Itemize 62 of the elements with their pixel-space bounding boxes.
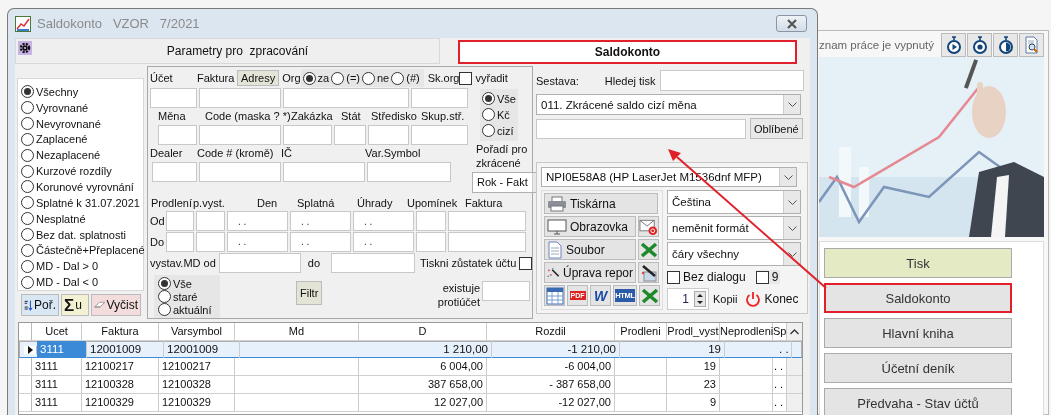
- status-text: znam práce je vypnutý: [819, 39, 935, 51]
- field-label: Splatná: [297, 197, 336, 210]
- table-cell: 12100329: [85, 396, 134, 408]
- table-cell: 1 210,00: [443, 343, 488, 355]
- field-label: Upomínek: [407, 197, 459, 210]
- field-label: Pořadí pro zkrácené: [476, 141, 529, 170]
- table-cell: 19: [703, 360, 716, 372]
- field-label: Hledej tisk: [604, 74, 656, 87]
- table-cell: 12100328: [85, 378, 134, 390]
- table-cell: 12100217: [85, 360, 134, 372]
- field-label: Faktura: [465, 197, 504, 210]
- table-cell: 3111: [40, 343, 64, 355]
- table-cell: . .: [774, 396, 784, 408]
- field-label: Stát: [341, 110, 362, 122]
- table-cell: -12 027,00: [558, 396, 611, 408]
- field-label: Org: [282, 72, 301, 85]
- field-label: do: [307, 257, 321, 269]
- table-cell: . .: [774, 360, 784, 372]
- field-label: Zakázka: [291, 110, 334, 122]
- field-label: Faktura: [197, 72, 236, 85]
- table-cell: 19: [708, 343, 721, 355]
- table-cell: 12100329: [162, 396, 211, 408]
- field-label: Sestava:: [536, 74, 579, 87]
- field-label: Code (maska ? *): [205, 110, 291, 122]
- table-cell: 12 027,00: [434, 396, 483, 408]
- field-label: Středisko: [371, 110, 418, 122]
- table-cell: -6 004,00: [564, 360, 611, 372]
- table-cell: . .: [779, 343, 789, 355]
- table-cell: 12100328: [162, 378, 211, 390]
- field-label: Kopii: [713, 293, 738, 305]
- table-cell: 12001009: [90, 343, 142, 355]
- field-label: Sk.org: [427, 72, 460, 85]
- field-label: vystav.MD od: [150, 257, 216, 269]
- table-cell: 12100217: [162, 360, 211, 372]
- field-label: Var.Symbol: [365, 147, 422, 159]
- field-label: Úhrady: [357, 197, 394, 210]
- field-label: Code # (kromě): [197, 147, 275, 159]
- table-cell: -1 210,00: [567, 343, 616, 355]
- table-cell: - 387 658,00: [549, 378, 611, 390]
- field-label: IČ: [281, 147, 293, 159]
- table-cell: . .: [774, 378, 784, 390]
- table-cell: 23: [703, 378, 716, 390]
- window-title: Saldokonto VZOR 7/2021: [37, 16, 200, 31]
- field-label: Do: [150, 235, 164, 248]
- table-cell: 3111: [35, 360, 58, 372]
- field-label: Skup.stř.: [421, 110, 466, 122]
- field-label: Den: [257, 197, 279, 210]
- table-cell: 6 004,00: [440, 360, 483, 372]
- field-label: Měna: [157, 110, 187, 122]
- table-cell: 9: [709, 396, 716, 408]
- section-title: Parametry pro zpracování: [166, 44, 309, 58]
- table-cell: 3111: [35, 396, 58, 408]
- report-title: Saldokonto: [458, 40, 797, 64]
- field-label: existuje protiúčet: [436, 281, 480, 309]
- table-cell: 3111: [35, 378, 58, 390]
- table-cell: 387 658,00: [427, 378, 483, 390]
- field-label: Prodlení: [151, 197, 193, 210]
- field-label: Od: [150, 215, 164, 228]
- table-cell: 12001009: [167, 343, 219, 355]
- field-label: Dealer: [150, 147, 184, 159]
- field-label: Účet: [150, 72, 174, 85]
- field-label: p.vyst.: [193, 197, 226, 210]
